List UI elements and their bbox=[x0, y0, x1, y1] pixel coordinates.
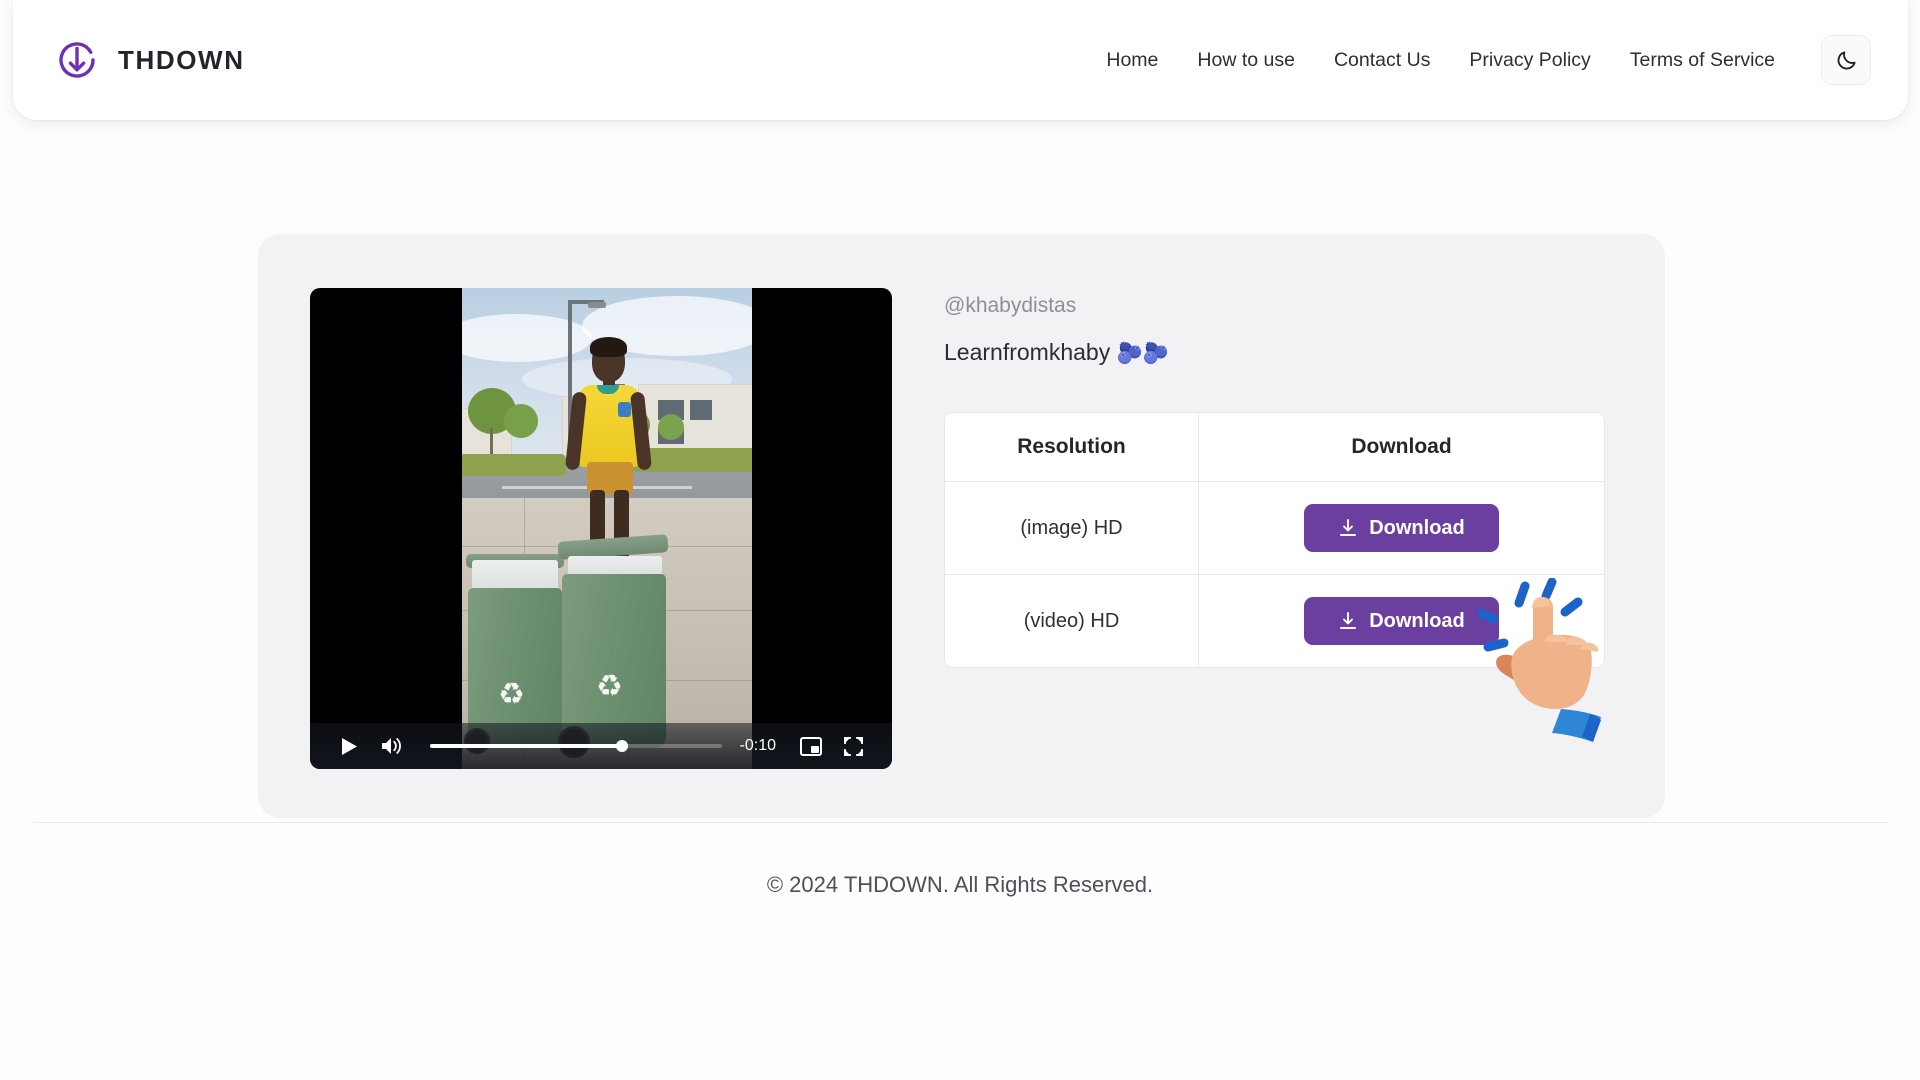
nav-link-terms-of-service[interactable]: Terms of Service bbox=[1630, 49, 1775, 72]
nav-link-how-to-use[interactable]: How to use bbox=[1197, 49, 1295, 72]
video-window bbox=[690, 400, 712, 420]
column-header-download: Download bbox=[1199, 413, 1604, 482]
video-pip-button[interactable] bbox=[790, 725, 832, 767]
picture-in-picture-icon bbox=[800, 736, 822, 756]
download-button-image-hd[interactable]: Download bbox=[1304, 504, 1499, 552]
recycle-symbol-icon: ♻ bbox=[596, 670, 623, 703]
video-lamp-head bbox=[588, 302, 606, 308]
download-options-table: Resolution Download (image) HD Download bbox=[944, 412, 1605, 668]
volume-high-icon bbox=[382, 738, 401, 754]
site-header: THDOWN Home How to use Contact Us Privac… bbox=[13, 0, 1908, 120]
video-title-text: Learnfromkhaby bbox=[944, 339, 1111, 365]
brand-logo-link[interactable]: THDOWN bbox=[53, 36, 245, 84]
person-jersey-badge bbox=[618, 402, 631, 417]
circular-download-arrow-logo-icon bbox=[59, 42, 95, 78]
download-button-label: Download bbox=[1369, 516, 1465, 539]
download-icon bbox=[1340, 612, 1357, 629]
video-controls-bar: -0:10 bbox=[310, 723, 892, 769]
table-row: (video) HD Download bbox=[945, 575, 1604, 667]
nav-link-privacy-policy[interactable]: Privacy Policy bbox=[1469, 49, 1590, 72]
page-root: THDOWN Home How to use Contact Us Privac… bbox=[0, 0, 1920, 1080]
video-recycling-bin: ♻ bbox=[562, 574, 666, 748]
theme-toggle-button[interactable] bbox=[1821, 35, 1871, 85]
table-header-row: Resolution Download bbox=[945, 413, 1604, 482]
video-tree bbox=[504, 404, 538, 438]
table-head: Resolution Download bbox=[945, 413, 1604, 482]
video-hedge bbox=[462, 454, 566, 476]
column-header-resolution: Resolution bbox=[945, 413, 1199, 482]
video-progress-filled bbox=[430, 744, 623, 748]
fullscreen-icon bbox=[843, 736, 863, 756]
download-result-card: ♻ ♻ -0:10 @khabydistas Learnfromkhaby 🫐🫐… bbox=[258, 234, 1665, 818]
main-navigation: Home How to use Contact Us Privacy Polic… bbox=[1106, 49, 1775, 72]
download-icon bbox=[1340, 519, 1357, 536]
download-button-label: Download bbox=[1369, 609, 1465, 632]
moon-icon bbox=[1837, 50, 1856, 69]
video-tree bbox=[658, 414, 684, 440]
cell-resolution-image-hd: (image) HD bbox=[945, 482, 1199, 575]
video-play-button[interactable] bbox=[328, 725, 370, 767]
video-player[interactable]: ♻ ♻ -0:10 bbox=[310, 288, 892, 769]
nav-link-home[interactable]: Home bbox=[1106, 49, 1158, 72]
video-fullscreen-button[interactable] bbox=[832, 725, 874, 767]
video-volume-button[interactable] bbox=[370, 725, 412, 767]
video-progress-thumb[interactable] bbox=[616, 740, 629, 752]
table-row: (image) HD Download bbox=[945, 482, 1604, 575]
cell-download-image-hd: Download bbox=[1199, 482, 1604, 575]
person-hair bbox=[590, 337, 627, 357]
cell-resolution-video-hd: (video) HD bbox=[945, 575, 1199, 667]
cell-download-video-hd: Download bbox=[1199, 575, 1604, 667]
video-title-row: Learnfromkhaby 🫐🫐 bbox=[944, 339, 1611, 366]
video-title-emoji: 🫐🫐 bbox=[1116, 342, 1169, 365]
video-progress-bar[interactable] bbox=[430, 740, 722, 752]
video-info-panel: @khabydistas Learnfromkhaby 🫐🫐 Resolutio… bbox=[944, 288, 1611, 668]
brand-name: THDOWN bbox=[118, 44, 245, 75]
nav-link-contact-us[interactable]: Contact Us bbox=[1334, 49, 1430, 72]
footer-divider bbox=[33, 822, 1888, 823]
author-handle: @khabydistas bbox=[944, 294, 1077, 317]
site-footer: © 2024 THDOWN. All Rights Reserved. bbox=[0, 872, 1920, 898]
recycle-symbol-icon: ♻ bbox=[498, 678, 525, 711]
table-body: (image) HD Download (video) HD Download bbox=[945, 482, 1604, 667]
download-button-video-hd[interactable]: Download bbox=[1304, 597, 1499, 645]
footer-copyright: © 2024 THDOWN. All Rights Reserved. bbox=[766, 872, 1154, 897]
play-icon bbox=[341, 737, 357, 755]
video-thumbnail: ♻ ♻ bbox=[462, 288, 752, 769]
video-time-remaining: -0:10 bbox=[739, 737, 776, 754]
